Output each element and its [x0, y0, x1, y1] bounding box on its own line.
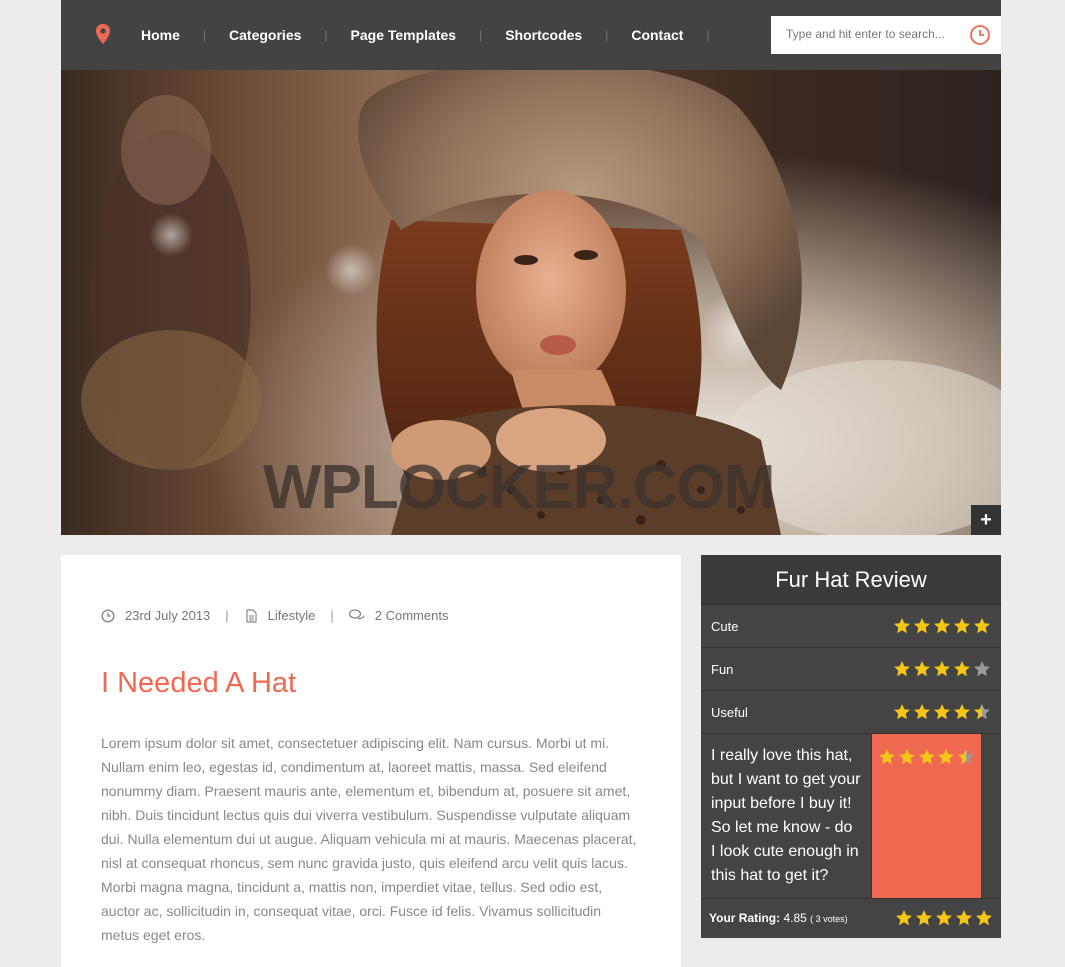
summary-score	[871, 734, 981, 898]
user-rating-stars[interactable]	[895, 909, 993, 927]
star-icon	[916, 910, 932, 926]
star-icon	[914, 618, 930, 634]
summary-stars	[878, 748, 975, 766]
review-criterion: Useful	[701, 691, 1001, 734]
star-icon	[936, 910, 952, 926]
nav-separator: |	[479, 28, 483, 42]
user-rating-label: Your Rating:	[709, 911, 781, 925]
star-icon	[894, 704, 910, 720]
star-icon	[974, 618, 990, 634]
star-icon	[974, 661, 990, 677]
location-pin-icon	[96, 24, 110, 44]
watermark-text: WPLOCKER.COM	[263, 453, 776, 522]
nav-label: Contact	[631, 27, 684, 43]
nav-label: Shortcodes	[505, 27, 583, 43]
star-icon	[954, 661, 970, 677]
nav-home[interactable]: Home	[141, 27, 203, 43]
criterion-stars	[893, 617, 991, 635]
star-icon	[954, 618, 970, 634]
review-summary: I really love this hat, but I want to ge…	[701, 734, 1001, 899]
criterion-label: Useful	[711, 704, 748, 720]
star-icon	[914, 661, 930, 677]
clock-icon	[101, 608, 115, 623]
nav-label: Home	[141, 27, 180, 43]
site-header: Home | Categories | Page Templates | Sho…	[61, 0, 1001, 70]
review-criterion: Fun	[701, 648, 1001, 691]
main-nav: Home | Categories | Page Templates | Sho…	[141, 0, 733, 70]
star-icon	[878, 749, 895, 765]
review-criterion: Cute	[701, 605, 1001, 648]
nav-shortcodes[interactable]: Shortcodes	[505, 27, 605, 43]
star-icon	[914, 704, 930, 720]
post-category-link[interactable]: Lifestyle	[268, 608, 316, 623]
criterion-label: Fun	[711, 661, 734, 677]
star-icon	[938, 749, 955, 765]
post-date: 23rd July 2013	[125, 608, 211, 623]
meta-separator: |	[225, 608, 229, 623]
post-meta: 23rd July 2013 | Lifestyle | 2 Comments	[101, 608, 448, 623]
nav-contact[interactable]: Contact	[631, 27, 706, 43]
star-icon	[918, 749, 935, 765]
criterion-label: Cute	[711, 618, 739, 634]
search-box	[771, 16, 1001, 54]
document-icon	[246, 608, 257, 623]
search-input[interactable]	[784, 26, 963, 42]
star-icon	[894, 618, 910, 634]
star-icon	[934, 661, 950, 677]
star-icon	[898, 749, 915, 765]
user-rating-value: 4.85	[783, 911, 807, 925]
star-icon	[934, 618, 950, 634]
star-icon	[896, 910, 912, 926]
review-box: Fur Hat Review Cute Fun Useful I really …	[701, 555, 1001, 938]
criterion-stars	[893, 660, 991, 678]
nav-label: Page Templates	[350, 27, 457, 43]
post-article: 23rd July 2013 | Lifestyle | 2 Comments …	[61, 555, 681, 967]
user-rating-text: Your Rating: 4.85 ( 3 votes)	[709, 911, 848, 925]
criterion-stars	[893, 703, 991, 721]
post-excerpt: Lorem ipsum dolor sit amet, consectetuer…	[101, 735, 637, 943]
clock-search-icon[interactable]	[969, 24, 991, 46]
post-title[interactable]: I Needed A Hat	[101, 667, 296, 700]
user-rating-votes: ( 3 votes)	[810, 914, 848, 924]
user-rating: Your Rating: 4.85 ( 3 votes)	[701, 899, 1001, 937]
star-icon	[958, 749, 974, 765]
star-icon	[956, 910, 972, 926]
nav-separator: |	[202, 28, 207, 42]
nav-separator: |	[706, 28, 710, 42]
expand-image-button[interactable]: +	[971, 505, 1001, 535]
star-icon	[894, 661, 910, 677]
featured-image: WPLOCKER.COM +	[61, 70, 1001, 535]
star-icon	[954, 704, 970, 720]
nav-label: Categories	[229, 27, 302, 43]
review-title: Fur Hat Review	[701, 555, 1001, 605]
star-icon	[974, 704, 990, 720]
meta-separator: |	[330, 608, 334, 623]
nav-page-templates[interactable]: Page Templates	[351, 27, 480, 43]
star-icon	[934, 704, 950, 720]
post-comments-link[interactable]: 2 Comments	[375, 608, 449, 623]
nav-categories[interactable]: Categories	[229, 27, 324, 43]
summary-text: I really love this hat, but I want to ge…	[701, 734, 871, 898]
nav-separator: |	[324, 28, 328, 42]
nav-separator: |	[605, 28, 609, 42]
comments-icon	[348, 608, 365, 619]
star-icon	[976, 910, 992, 926]
